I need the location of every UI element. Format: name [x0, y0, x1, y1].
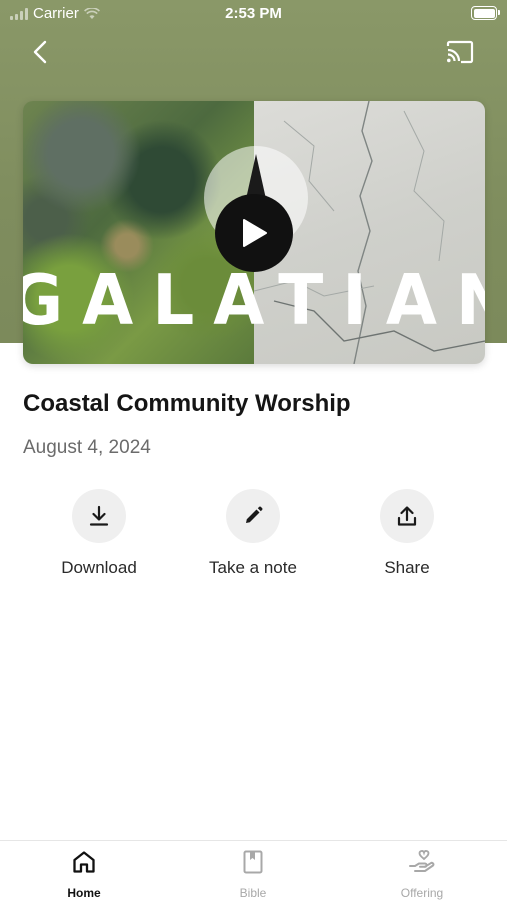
status-time: 2:53 PM — [225, 5, 282, 22]
back-button[interactable] — [28, 38, 52, 66]
play-button[interactable] — [215, 194, 293, 272]
play-icon — [243, 219, 267, 247]
download-label: Download — [61, 558, 137, 577]
tab-bar: Home Bible Offering — [0, 840, 507, 900]
tab-home-label: Home — [67, 886, 101, 900]
sermon-title: Coastal Community Worship — [23, 390, 351, 417]
chevron-left-icon — [33, 40, 47, 64]
take-note-label: Take a note — [209, 558, 297, 577]
download-button[interactable]: Download — [24, 489, 174, 578]
tab-bible-label: Bible — [239, 886, 267, 900]
video-player[interactable]: GALATIANS — [23, 101, 485, 364]
tab-offering-label: Offering — [400, 886, 444, 900]
tab-bible[interactable]: Bible — [193, 849, 313, 900]
share-circle — [380, 489, 434, 543]
download-icon — [89, 505, 109, 526]
share-button[interactable]: Share — [332, 489, 482, 578]
cast-icon — [446, 40, 474, 64]
pencil-icon — [246, 506, 263, 523]
home-icon — [73, 851, 95, 873]
tab-home[interactable]: Home — [24, 849, 144, 900]
sermon-date: August 4, 2024 — [23, 437, 151, 458]
take-note-circle — [226, 489, 280, 543]
take-note-button[interactable]: Take a note — [178, 489, 328, 578]
status-bar: Carrier 2:53 PM — [0, 0, 507, 28]
tab-offering[interactable]: Offering — [362, 849, 482, 900]
download-circle — [72, 489, 126, 543]
offering-icon — [409, 850, 435, 872]
share-label: Share — [384, 558, 430, 577]
battery-icon — [471, 6, 500, 20]
cast-button[interactable] — [445, 40, 475, 66]
bible-icon — [243, 850, 263, 874]
share-icon — [397, 506, 417, 526]
